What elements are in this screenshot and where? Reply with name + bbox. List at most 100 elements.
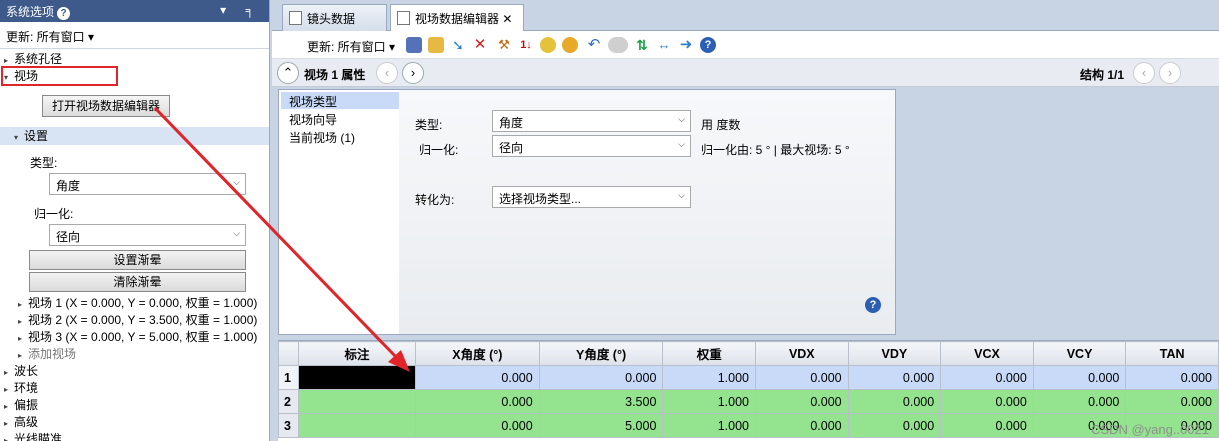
row-number[interactable]: 3 [278,413,299,438]
highlight-box [1,66,118,86]
comment-cell[interactable] [298,413,416,438]
open-field-editor-button[interactable]: 打开视场数据编辑器 [42,95,170,117]
table-cell[interactable]: 0.000 [1125,365,1219,390]
table-cell[interactable]: 0.000 [847,365,942,390]
table-row[interactable]: 3 0.000 5.000 1.000 0.000 0.000 0.000 0.… [278,413,1219,438]
field-item-3[interactable]: ▸ 视场 3 (X = 0.000, Y = 5.000, 权重 = 1.000) [18,329,257,347]
chevron-down-icon: ⌵ [678,139,685,149]
type-select[interactable]: 角度 ⌵ [49,173,246,195]
table-cell[interactable]: 0.000 [415,413,540,438]
table-cell[interactable]: 0.000 [538,365,664,390]
table-row[interactable]: 2 0.000 3.500 1.000 0.000 0.000 0.000 0.… [278,389,1219,414]
field-item-1[interactable]: ▸ 视场 1 (X = 0.000, Y = 0.000, 权重 = 1.000) [18,295,257,313]
table-cell[interactable]: 0.000 [940,413,1034,438]
normalization-select-value: 径向 [56,230,81,244]
arrow-right-icon[interactable]: ➜ [678,37,694,53]
save-icon[interactable] [406,37,422,53]
wizard-icon[interactable]: ⚒ [496,37,512,53]
help-icon[interactable]: ? [700,37,716,53]
toggle-icon[interactable] [608,37,628,53]
table-cell[interactable]: 0.000 [415,389,540,414]
table-cell[interactable]: 0.000 [847,389,942,414]
tab-label: 镜头数据 [307,12,356,26]
update-dropdown[interactable]: 更新: 所有窗口 ▾ [6,28,94,45]
expand-icon: ▸ [18,317,23,326]
category-field-type[interactable]: 视场类型 [289,93,337,110]
table-cell[interactable]: 1.000 [662,389,756,414]
normalization-label: 归一化: [34,207,74,221]
next-config-button[interactable]: › [1159,62,1181,84]
table-cell[interactable]: 0.000 [415,365,540,390]
column-header-vdx[interactable]: VDX [755,341,849,366]
tree-item-advanced[interactable]: ▸ 高级 [4,414,38,432]
tab-field-editor[interactable]: 视场数据编辑器 ✕ [390,4,524,31]
table-cell[interactable]: 0.000 [1032,389,1127,414]
tree-item-environment[interactable]: ▸ 环境 [4,380,38,398]
next-field-button[interactable]: › [402,62,424,84]
insert-icon[interactable]: ➘ [450,37,466,53]
help-icon[interactable]: ? [865,297,881,313]
help-icon[interactable]: ? [57,7,71,20]
expand-columns-icon[interactable]: ↔ [656,37,672,53]
undo-icon[interactable]: ↶ [586,37,602,53]
table-cell[interactable]: 0.000 [1032,365,1127,390]
prev-field-button[interactable]: ‹ [376,62,398,84]
table-cell[interactable]: 5.000 [538,413,664,438]
table-cell[interactable]: 3.500 [538,389,664,414]
column-header-y-angle[interactable]: Y角度 (°) [538,341,664,366]
table-cell[interactable]: 0.000 [755,365,849,390]
column-header-vdy[interactable]: VDY [847,341,942,366]
column-header-vcx[interactable]: VCX [940,341,1034,366]
settings-section[interactable]: ▾ 设置 [0,127,269,145]
normalization-select[interactable]: 径向 ⌵ [49,224,246,246]
sort-icon[interactable]: 1↓ [518,37,534,53]
column-header-x-angle[interactable]: X角度 (°) [415,341,540,366]
category-field-wizard[interactable]: 视场向导 [289,111,337,128]
table-cell[interactable]: 1.000 [662,365,756,390]
table-cell[interactable]: 0.000 [847,413,942,438]
delete-icon[interactable]: ✕ [472,37,488,53]
type-select[interactable]: 角度 ⌵ [492,110,691,132]
prev-config-button[interactable]: ‹ [1133,62,1155,84]
field-icon[interactable] [540,37,556,53]
watermark: CSDN @yang..0021 [1091,422,1209,437]
tree-item-wavelength[interactable]: ▸ 波长 [4,363,38,381]
swap-icon[interactable]: ⇅ [634,37,650,53]
table-cell[interactable]: 0.000 [940,389,1034,414]
table-cell[interactable]: 0.000 [1125,389,1219,414]
add-field-item[interactable]: ▸ 添加视场 [18,346,76,364]
field-item-2[interactable]: ▸ 视场 2 (X = 0.000, Y = 3.500, 权重 = 1.000) [18,312,257,330]
panel-title-bar: 系统选项? ▾ ╕ [0,0,269,22]
field-alt-icon[interactable] [562,37,578,53]
unit-text: 用 度数 [701,118,741,132]
table-cell[interactable]: 0.000 [940,365,1034,390]
column-header-tan[interactable]: TAN [1125,341,1219,366]
type-label: 类型: [30,156,58,170]
column-header-weight[interactable]: 权重 [662,341,756,366]
update-dropdown[interactable]: 更新: 所有窗口 ▾ [307,38,395,55]
category-current-field[interactable]: 当前视场 (1) [289,129,355,146]
panel-controls[interactable]: ▾ ╕ [220,3,262,17]
table-cell[interactable]: 0.000 [755,413,849,438]
column-header-comment[interactable]: 标注 [298,341,416,366]
tab-lens-data[interactable]: 镜头数据 [282,4,387,31]
close-icon[interactable]: ✕ [502,12,512,26]
tree-label: 波长 [14,364,39,378]
table-cell[interactable]: 0.000 [755,389,849,414]
tree-item-ray-aiming[interactable]: ▸ 光线瞄准 [4,431,62,441]
table-row[interactable]: 1 0.000 0.000 1.000 0.000 0.000 0.000 0.… [278,365,1219,390]
convert-select[interactable]: 选择视场类型... ⌵ [492,186,691,208]
row-number[interactable]: 2 [278,389,299,414]
clear-vignetting-button[interactable]: 清除渐晕 [29,272,246,292]
column-header-vcy[interactable]: VCY [1032,341,1127,366]
open-icon[interactable] [428,37,444,53]
collapse-properties-button[interactable]: ⌃ [277,62,299,84]
tree-item-polarization[interactable]: ▸ 偏振 [4,397,38,415]
table-cell[interactable]: 1.000 [662,413,756,438]
comment-cell[interactable] [298,389,416,414]
set-vignetting-button[interactable]: 设置渐晕 [29,250,246,270]
row-number[interactable]: 1 [278,365,299,390]
divider [0,48,269,49]
normalization-select[interactable]: 径向 ⌵ [492,135,691,157]
comment-cell[interactable] [298,365,416,390]
